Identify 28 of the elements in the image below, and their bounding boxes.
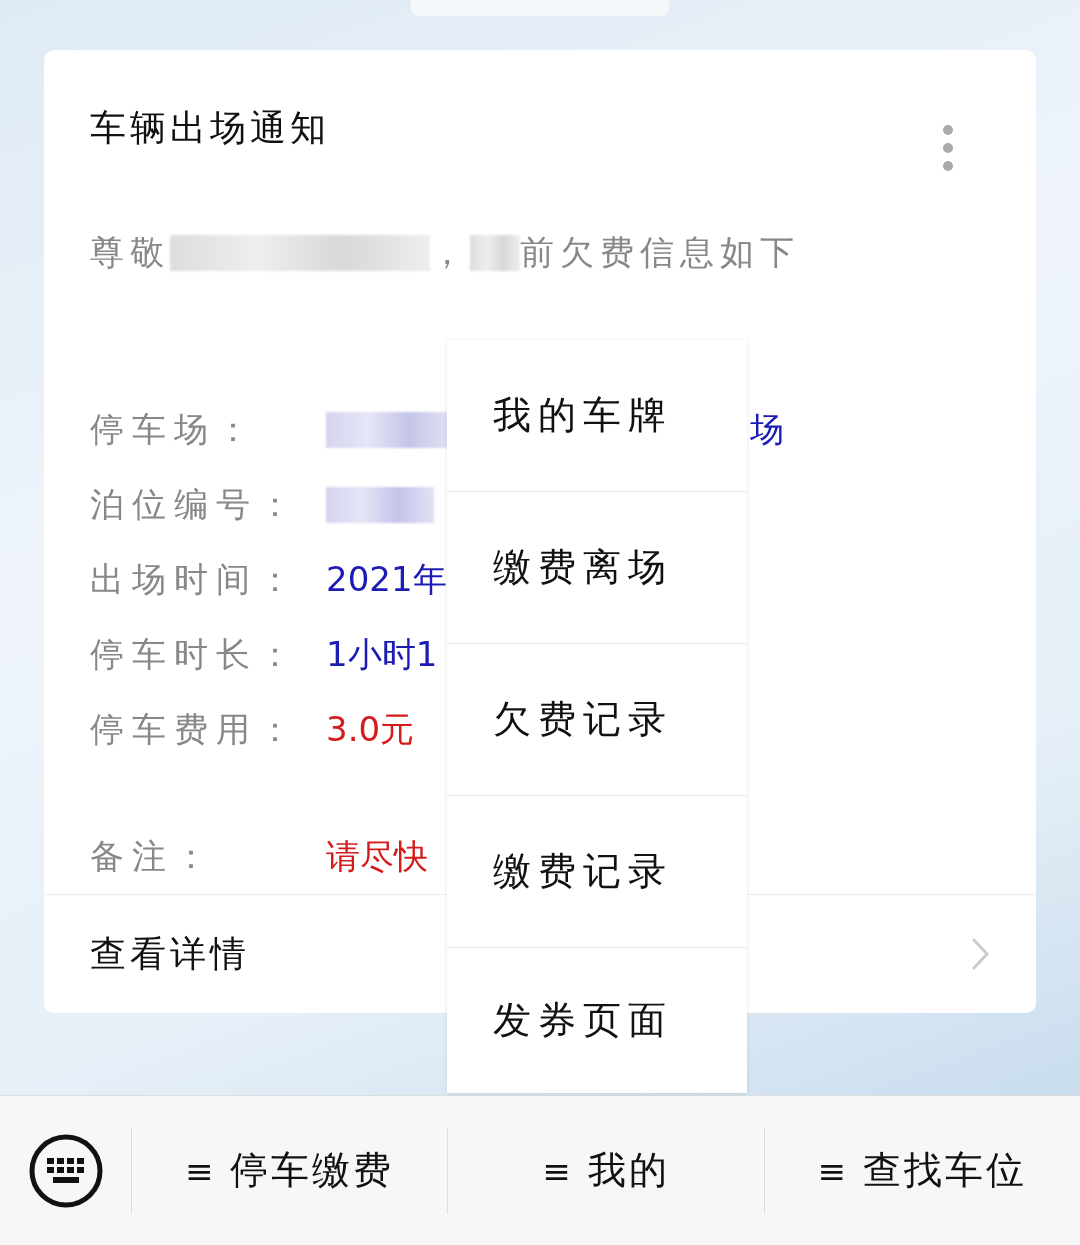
keyboard-icon[interactable]	[28, 1133, 103, 1208]
menu-tab[interactable]: ≡ 我的	[447, 1127, 764, 1214]
menu-icon: ≡	[184, 1150, 217, 1191]
value-text: 请尽快	[326, 834, 428, 878]
menu-item[interactable]: 缴费记录	[447, 796, 747, 948]
blurred-text	[470, 235, 520, 271]
greeting-text: 前欠费信息如下	[520, 231, 800, 274]
value-text: 2021年	[326, 557, 447, 601]
field-label: 停车费用：	[90, 707, 301, 751]
card-title: 车辆出场通知	[90, 108, 330, 148]
menu-icon: ≡	[542, 1150, 574, 1191]
greeting-text: ，	[430, 231, 470, 274]
menu-icon: ≡	[817, 1150, 850, 1191]
value-text: 1小时1	[326, 632, 438, 676]
menu-tab[interactable]: ≡ 查找车位	[763, 1127, 1080, 1214]
field-label: 备注：	[90, 834, 217, 878]
menu-item[interactable]: 我的车牌	[447, 340, 747, 492]
menu-item[interactable]: 欠费记录	[447, 644, 747, 796]
greeting-text: 尊敬	[90, 231, 170, 274]
menu-tab[interactable]: ≡ 停车缴费	[131, 1127, 448, 1214]
field-label: 停车时长：	[90, 632, 301, 676]
field-label: 泊位编号：	[90, 482, 301, 526]
value-text: 场	[750, 407, 784, 451]
menu-item[interactable]: 缴费离场	[447, 492, 747, 644]
field-label: 停车场：	[90, 407, 259, 451]
field-label: 出场时间：	[90, 557, 301, 601]
value-text: 3.0元	[326, 707, 415, 751]
chevron-icon	[970, 936, 990, 972]
